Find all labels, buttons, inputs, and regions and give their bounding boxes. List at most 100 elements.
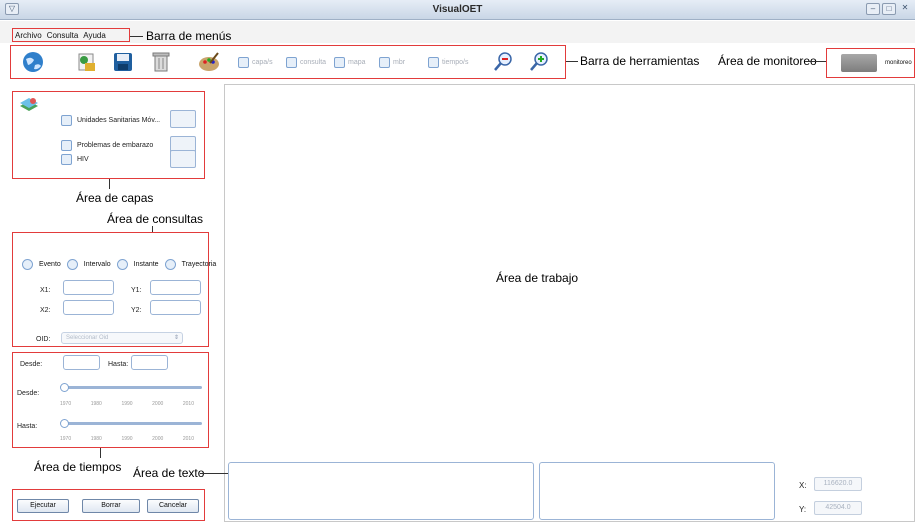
menu-archivo[interactable]: Archivo [15, 31, 42, 40]
query-type-group: Evento Intervalo Instante Trayectoria [22, 259, 216, 270]
layer-color-swatch[interactable] [170, 150, 196, 168]
check-label: consulta [300, 59, 327, 66]
checkbox[interactable] [238, 57, 249, 68]
menu-list: Archivo Consulta Ayuda [12, 28, 130, 42]
slider-to-thumb[interactable] [60, 419, 69, 428]
y2-input[interactable] [150, 300, 201, 315]
tick-label: 1990 [121, 436, 133, 442]
radio-label: Evento [39, 261, 61, 268]
callout-toolbar: Barra de herramientas [580, 54, 700, 68]
menu-consulta[interactable]: Consulta [47, 31, 79, 40]
tick-label: 2010 [182, 401, 194, 407]
minimize-icon[interactable]: – [866, 3, 880, 15]
layer-checkbox[interactable] [61, 140, 72, 151]
layer-checkbox[interactable] [61, 154, 72, 165]
checkbox[interactable] [379, 57, 390, 68]
x2-input[interactable] [63, 300, 114, 315]
y2-label: Y2: [131, 307, 142, 314]
tick-label: 1980 [90, 401, 102, 407]
callout-line [566, 61, 578, 62]
callout-line [109, 179, 110, 189]
add-layer-icon[interactable] [76, 51, 98, 73]
checkbox[interactable] [334, 57, 345, 68]
y1-input[interactable] [150, 280, 201, 295]
to-label: Hasta: [108, 361, 129, 368]
tick-label: 1990 [121, 401, 133, 407]
check-label: capa/s [252, 59, 273, 66]
save-icon[interactable] [112, 51, 134, 73]
radio-instante[interactable] [116, 259, 128, 270]
slider-from-label: Desde: [17, 390, 40, 397]
to-input[interactable] [131, 355, 168, 370]
text-area-right[interactable] [539, 462, 775, 520]
zoom-in-icon[interactable] [528, 51, 550, 73]
x1-input[interactable] [63, 280, 114, 295]
layer-label: Problemas de embarazo [77, 142, 154, 149]
radio-label: Trayectoria [181, 261, 217, 268]
menu-bar [0, 21, 915, 43]
x-coord-value: 116620.0 [814, 477, 862, 491]
slider-to-track[interactable] [63, 422, 202, 425]
toolbar-check-consulta[interactable]: consulta [286, 57, 326, 68]
x-coord-label: X: [799, 481, 807, 490]
checkbox[interactable] [286, 57, 297, 68]
y-coord-value: 42504.0 [814, 501, 862, 515]
globe-icon[interactable] [22, 51, 44, 73]
radio-evento[interactable] [22, 259, 33, 270]
cancel-button[interactable]: Cancelar [147, 499, 199, 513]
radio-trayectoria[interactable] [164, 259, 176, 270]
x1-label: X1: [40, 287, 51, 294]
slider-to-ticks: 1970 1980 1990 2000 2010 [60, 436, 194, 442]
tick-label: 1970 [60, 436, 72, 442]
slider-to-label: Hasta: [17, 423, 38, 430]
window-title: VisualOET [432, 4, 483, 15]
oid-select[interactable]: Seleccionar Oid ⇕ [61, 332, 183, 344]
close-icon[interactable]: ✕ [898, 3, 912, 15]
from-label: Desde: [20, 361, 43, 368]
radio-label: Intervalo [83, 261, 111, 268]
slider-from-thumb[interactable] [60, 383, 69, 392]
check-label: tiempo/s [442, 59, 469, 66]
tick-label: 1970 [60, 401, 72, 407]
callout-monitor: Área de monitoreo [718, 54, 817, 68]
layer-checkbox[interactable] [61, 115, 72, 126]
clear-button[interactable]: Borrar [82, 499, 140, 513]
palette-icon[interactable] [198, 51, 220, 73]
work-area[interactable] [224, 84, 915, 522]
monitor-preview [841, 54, 877, 72]
tick-label: 2010 [182, 436, 194, 442]
callout-work: Área de trabajo [496, 271, 579, 285]
check-label: mapa [348, 59, 366, 66]
menu-ayuda[interactable]: Ayuda [83, 31, 106, 40]
layer-color-swatch[interactable] [170, 110, 196, 128]
trash-icon[interactable] [150, 51, 172, 73]
callout-line [200, 473, 228, 474]
x2-label: X2: [40, 307, 51, 314]
layer-label: Unidades Sanitarias Móv... [77, 117, 161, 124]
text-area-left[interactable] [228, 462, 534, 520]
radio-intervalo[interactable] [66, 259, 78, 270]
callout-line [130, 36, 143, 37]
updown-icon: ⇕ [173, 335, 179, 341]
toolbar-check-capas[interactable]: capa/s [238, 57, 273, 68]
toolbar-check-mapa[interactable]: mapa [334, 57, 366, 68]
layer-label: HIV [77, 156, 89, 163]
checkbox[interactable] [428, 57, 439, 68]
toolbar-check-tiempos[interactable]: tiempo/s [428, 57, 468, 68]
zoom-out-icon[interactable] [492, 51, 514, 73]
radio-label: Instante [133, 261, 159, 268]
maximize-icon[interactable]: □ [882, 3, 896, 15]
tick-label: 2000 [152, 401, 164, 407]
callout-menubar: Barra de menús [146, 29, 232, 43]
run-button[interactable]: Ejecutar [17, 499, 69, 513]
from-input[interactable] [63, 355, 100, 370]
slider-from-track[interactable] [63, 386, 202, 389]
y1-label: Y1: [131, 287, 142, 294]
layers-icon [20, 98, 38, 111]
title-bar: ▽ VisualOET – □ ✕ [0, 0, 915, 20]
monitor-box: monitoreo [826, 48, 915, 78]
tick-label: 2000 [152, 436, 164, 442]
callout-line [100, 448, 101, 458]
tick-label: 1980 [90, 436, 102, 442]
toolbar-check-mbr[interactable]: mbr [379, 57, 405, 68]
